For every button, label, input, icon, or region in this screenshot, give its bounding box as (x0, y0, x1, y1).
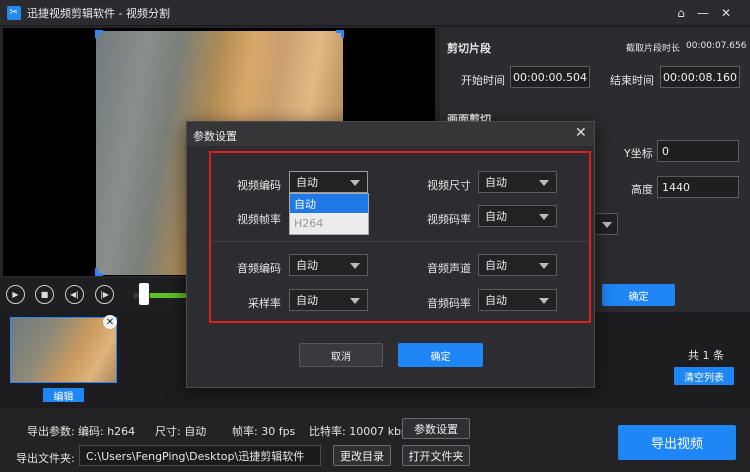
clear-list-button[interactable]: 清空列表 (674, 367, 734, 385)
export-folder-path[interactable]: C:\Users\FengPing\Desktop\迅捷剪辑软件 (79, 445, 321, 466)
dialog-divider (211, 241, 589, 242)
sample-rate-value: 自动 (296, 294, 318, 307)
timeline-handle[interactable] (139, 283, 149, 305)
open-folder-button[interactable]: 打开文件夹 (402, 445, 470, 466)
fps-value: 帧率: 30 fps (232, 425, 296, 438)
dialog-title-bar (187, 122, 594, 146)
crop-corner-tr[interactable] (336, 30, 344, 38)
window-title: 迅捷视频剪辑软件 - 视频分割 (27, 5, 170, 21)
video-size-label: 视频尺寸 (427, 179, 471, 192)
cancel-button[interactable]: 取消 (299, 343, 383, 367)
clip-count: 共 1 条 (688, 349, 724, 362)
chevron-down-icon (539, 214, 549, 220)
video-bitrate-value: 自动 (485, 210, 507, 223)
chevron-down-icon (350, 180, 360, 186)
video-bitrate-select[interactable]: 自动 (478, 205, 557, 227)
params-settings-button[interactable]: 参数设置 (402, 418, 470, 439)
sample-rate-label: 采样率 (248, 297, 281, 310)
audio-bitrate-value: 自动 (485, 294, 507, 307)
chevron-down-icon (539, 263, 549, 269)
remove-clip-icon[interactable]: ✕ (103, 315, 117, 329)
video-codec-value: 自动 (296, 176, 318, 189)
height-label: 高度 (631, 183, 653, 196)
chevron-down-icon (539, 298, 549, 304)
end-time-field[interactable]: 00:00:08.160 (660, 66, 740, 88)
title-separator: - (118, 6, 123, 20)
video-codec-label: 视频编码 (237, 179, 281, 192)
play-icon[interactable]: ▶ (6, 285, 25, 304)
video-size-value: 自动 (485, 176, 507, 189)
dropdown-option-h264[interactable]: H264 (290, 214, 368, 233)
audio-channel-label: 音频声道 (427, 262, 471, 275)
dropdown-option-auto[interactable]: 自动 (290, 194, 368, 213)
audio-channel-value: 自动 (485, 259, 507, 272)
export-folder-label: 导出文件夹: (16, 452, 75, 465)
confirm-button[interactable]: 确定 (602, 284, 675, 306)
app-window: ✂ 迅捷视频剪辑软件 - 视频分割 ⌂ — ✕ ▶ ■ ◀| |▶ 剪切片段 截… (0, 0, 750, 472)
audio-channel-select[interactable]: 自动 (478, 254, 557, 276)
chevron-down-icon (350, 263, 360, 269)
codec-value: 编码: h264 (78, 425, 136, 438)
audio-bitrate-select[interactable]: 自动 (478, 289, 557, 311)
scissors-logo-icon: ✂ (7, 5, 21, 20)
stop-icon[interactable]: ■ (35, 285, 54, 304)
video-fps-label: 视频帧率 (237, 213, 281, 226)
clip-duration-value: 00:00:07.656 (686, 41, 747, 51)
dialog-title: 参数设置 (193, 130, 237, 143)
prev-frame-icon[interactable]: ◀| (65, 285, 84, 304)
dialog-close-icon[interactable]: ✕ (575, 125, 587, 141)
video-size-select[interactable]: 自动 (478, 171, 557, 193)
chevron-down-icon (539, 180, 549, 186)
chevron-down-icon (350, 298, 360, 304)
crop-corner-tl[interactable] (95, 30, 103, 38)
end-time-label: 结束时间 (610, 74, 654, 87)
bitrate-value: 比特率: 10007 kbs (309, 425, 407, 438)
export-params-label: 导出参数: (27, 425, 75, 438)
y-coord-label: Y坐标 (624, 147, 653, 160)
home-icon[interactable]: ⌂ (672, 4, 690, 22)
edit-clip-button[interactable]: 编辑 (43, 388, 84, 403)
audio-codec-select[interactable]: 自动 (289, 254, 368, 276)
change-dir-button[interactable]: 更改目录 (333, 445, 391, 466)
height-field[interactable]: 1440 (657, 176, 739, 198)
ratio-select[interactable] (596, 213, 618, 235)
clip-duration-label: 截取片段时长 (626, 44, 681, 54)
close-icon[interactable]: ✕ (717, 4, 735, 22)
ok-button[interactable]: 确定 (398, 343, 483, 367)
section-name: 视频分割 (125, 6, 170, 20)
audio-codec-label: 音频编码 (237, 262, 281, 275)
video-codec-select[interactable]: 自动 (289, 171, 368, 193)
next-frame-icon[interactable]: |▶ (95, 285, 114, 304)
sample-rate-select[interactable]: 自动 (289, 289, 368, 311)
clip-thumbnail[interactable] (10, 317, 117, 383)
y-coord-field[interactable]: 0 (657, 140, 739, 162)
video-bitrate-label: 视频码率 (427, 213, 471, 226)
export-video-button[interactable]: 导出视频 (618, 425, 736, 460)
title-bar: ✂ 迅捷视频剪辑软件 - 视频分割 ⌂ — ✕ (0, 0, 750, 26)
size-value: 尺寸: 自动 (155, 425, 207, 438)
app-name: 迅捷视频剪辑软件 (27, 6, 115, 20)
clip-segment-heading: 剪切片段 (447, 42, 491, 55)
start-time-label: 开始时间 (461, 74, 505, 87)
start-time-field[interactable]: 00:00:00.504 (510, 66, 590, 88)
crop-corner-bl[interactable] (95, 268, 103, 276)
minimize-icon[interactable]: — (694, 4, 712, 22)
audio-bitrate-label: 音频码率 (427, 297, 471, 310)
audio-codec-value: 自动 (296, 259, 318, 272)
